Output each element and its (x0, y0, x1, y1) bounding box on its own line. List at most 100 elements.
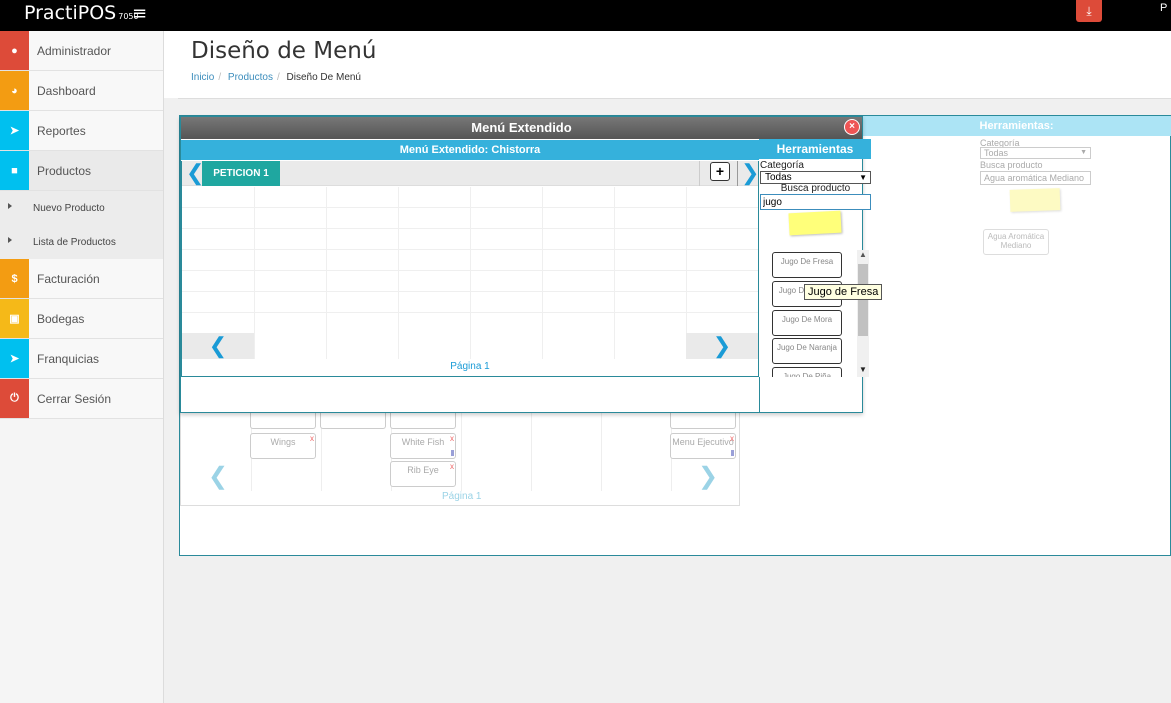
product-list: Jugo De Fresa Jugo De Mango Jugo De Mora… (760, 250, 870, 377)
search-label: Busca producto (780, 183, 851, 194)
tools-header: Herramientas: (862, 116, 1171, 136)
sidebar-item-franquicias[interactable]: ➤ Franquicias (0, 339, 163, 379)
page-label: Página 1 (442, 491, 482, 502)
app-logo[interactable]: PractiPOS 7050 (24, 2, 139, 24)
tools-header: Herramientas (759, 139, 871, 159)
menu-tile[interactable]: Rib Eye x (390, 461, 456, 487)
sidebar-item-label: Reportes (37, 124, 86, 138)
breadcrumb: Inicio / Productos / Diseño De Menú (191, 72, 361, 83)
sidebar-subitem-nuevo-producto[interactable]: Nuevo Producto (0, 191, 163, 225)
sidebar-item-label: Administrador (37, 44, 112, 58)
product-button[interactable]: Agua Aromática Mediano (983, 229, 1049, 255)
breadcrumb-productos[interactable]: Productos (228, 72, 273, 83)
menu-area: ❮ PETICION 1 + ❯ ❮ ❯ Página 1 (181, 161, 759, 377)
close-icon[interactable]: x (730, 434, 734, 443)
sidebar-subitem-label: Nuevo Producto (33, 203, 105, 214)
prev-page-icon[interactable]: ❮ (208, 462, 228, 491)
sidebar-item-label: Franquicias (37, 352, 100, 366)
grid-line (601, 413, 602, 491)
header-divider (178, 98, 1171, 99)
divider (699, 161, 700, 186)
search-input[interactable]: Agua aromática Mediano (980, 171, 1091, 185)
dollar-icon: $ (0, 259, 29, 298)
sidebar-item-reportes[interactable]: ➤ Reportes (0, 111, 163, 151)
sidebar-item-cerrar-sesion[interactable]: ⏻ Cerrar Sesión (0, 379, 163, 419)
sidebar-item-label: Facturación (37, 272, 100, 286)
product-button[interactable]: Jugo De Naranja (772, 338, 842, 364)
grid-line (254, 187, 255, 359)
grid-line (461, 413, 462, 491)
grid-line (326, 187, 327, 359)
download-icon[interactable]: ⤓ (1076, 0, 1102, 22)
sidebar-subitem-label: Lista de Productos (33, 237, 116, 248)
close-icon[interactable]: × (844, 119, 860, 135)
grid-line (470, 187, 471, 359)
menu-tile-label: Rib Eye (407, 465, 439, 475)
menu-tile-label: White Fish (401, 437, 445, 447)
sidebar-item-administrador[interactable]: ● Administrador (0, 31, 163, 71)
tabs-bar: ❮ PETICION 1 + ❯ (182, 161, 759, 186)
power-icon: ⏻ (0, 379, 29, 418)
sidebar-item-label: Productos (37, 164, 92, 178)
scroll-thumb[interactable] (858, 264, 868, 336)
chevron-right-icon[interactable]: ❯ (741, 161, 759, 185)
sidebar-item-facturacion[interactable]: $ Facturación (0, 259, 163, 299)
rocket-icon: ➤ (0, 339, 29, 378)
prev-page-icon[interactable]: ❮ (182, 333, 254, 359)
edit-icon[interactable] (451, 450, 454, 456)
sticky-note (1009, 188, 1061, 212)
caret-right-icon (8, 237, 12, 243)
sticky-note (788, 210, 842, 236)
divider (759, 377, 760, 413)
warehouse-icon: ▣ (0, 299, 29, 338)
hamburger-menu-icon[interactable]: ≡ (132, 3, 147, 24)
product-button[interactable]: Jugo De Mora (772, 310, 842, 336)
chevron-down-icon: ▼ (1080, 149, 1087, 156)
chevron-down-icon: ▼ (859, 173, 867, 182)
search-input[interactable] (760, 194, 871, 210)
breadcrumb-current: Diseño De Menú (286, 72, 361, 83)
next-page-icon[interactable]: ❯ (686, 333, 758, 359)
divider (737, 161, 738, 186)
user-icon: ● (0, 31, 29, 70)
top-navbar: PractiPOS 7050 ≡ ⤓ P (0, 0, 1171, 31)
menu-tile[interactable]: Wings x (250, 433, 316, 459)
dialog-subtitle: Menú Extendido: Chistorra (181, 140, 759, 160)
grid-line (398, 187, 399, 359)
product-tooltip: Jugo de Fresa (804, 284, 883, 300)
add-tab-button[interactable]: + (710, 162, 730, 181)
sidebar-item-bodegas[interactable]: ▣ Bodegas (0, 299, 163, 339)
dashboard-icon: ◕ (0, 71, 29, 110)
close-icon[interactable]: x (310, 434, 314, 443)
sidebar-subitem-lista-productos[interactable]: Lista de Productos (0, 225, 163, 259)
user-menu[interactable]: P (1160, 2, 1167, 14)
close-icon[interactable]: x (450, 462, 454, 471)
close-icon[interactable]: x (450, 434, 454, 443)
tab-peticion-1[interactable]: PETICION 1 (202, 161, 280, 186)
scroll-up-icon[interactable]: ▲ (857, 250, 869, 262)
product-list-scrollbar[interactable]: ▲ ▼ (857, 250, 869, 377)
caret-right-icon (8, 203, 12, 209)
scroll-down-icon[interactable]: ▼ (857, 365, 869, 377)
sidebar-item-productos[interactable]: ■ Productos (0, 151, 163, 191)
grid-line (614, 187, 615, 359)
sidebar-item-label: Bodegas (37, 312, 85, 326)
product-button[interactable]: Jugo De Piña (772, 367, 842, 377)
edit-icon[interactable] (731, 450, 734, 456)
rocket-icon: ➤ (0, 111, 29, 150)
search-label: Busca producto (980, 160, 1043, 170)
product-icon: ■ (0, 151, 29, 190)
sidebar-item-dashboard[interactable]: ◕ Dashboard (0, 71, 163, 111)
product-button[interactable]: Jugo De Fresa (772, 252, 842, 278)
menu-tile-label: Menu Ejecutivo (672, 437, 734, 447)
category-label: Categoría (760, 160, 804, 171)
menu-tile[interactable]: Menu Ejecutivo x (670, 433, 736, 459)
sidebar-item-label: Dashboard (37, 84, 96, 98)
sidebar-item-label: Cerrar Sesión (37, 392, 112, 406)
sidebar: ● Administrador ◕ Dashboard ➤ Reportes ■… (0, 31, 164, 703)
menu-tile-label: Wings (270, 437, 296, 447)
category-select[interactable]: Todas ▼ (980, 147, 1091, 159)
breadcrumb-inicio[interactable]: Inicio (191, 72, 214, 83)
next-page-icon[interactable]: ❯ (698, 462, 718, 491)
menu-tile[interactable]: White Fish x (390, 433, 456, 459)
